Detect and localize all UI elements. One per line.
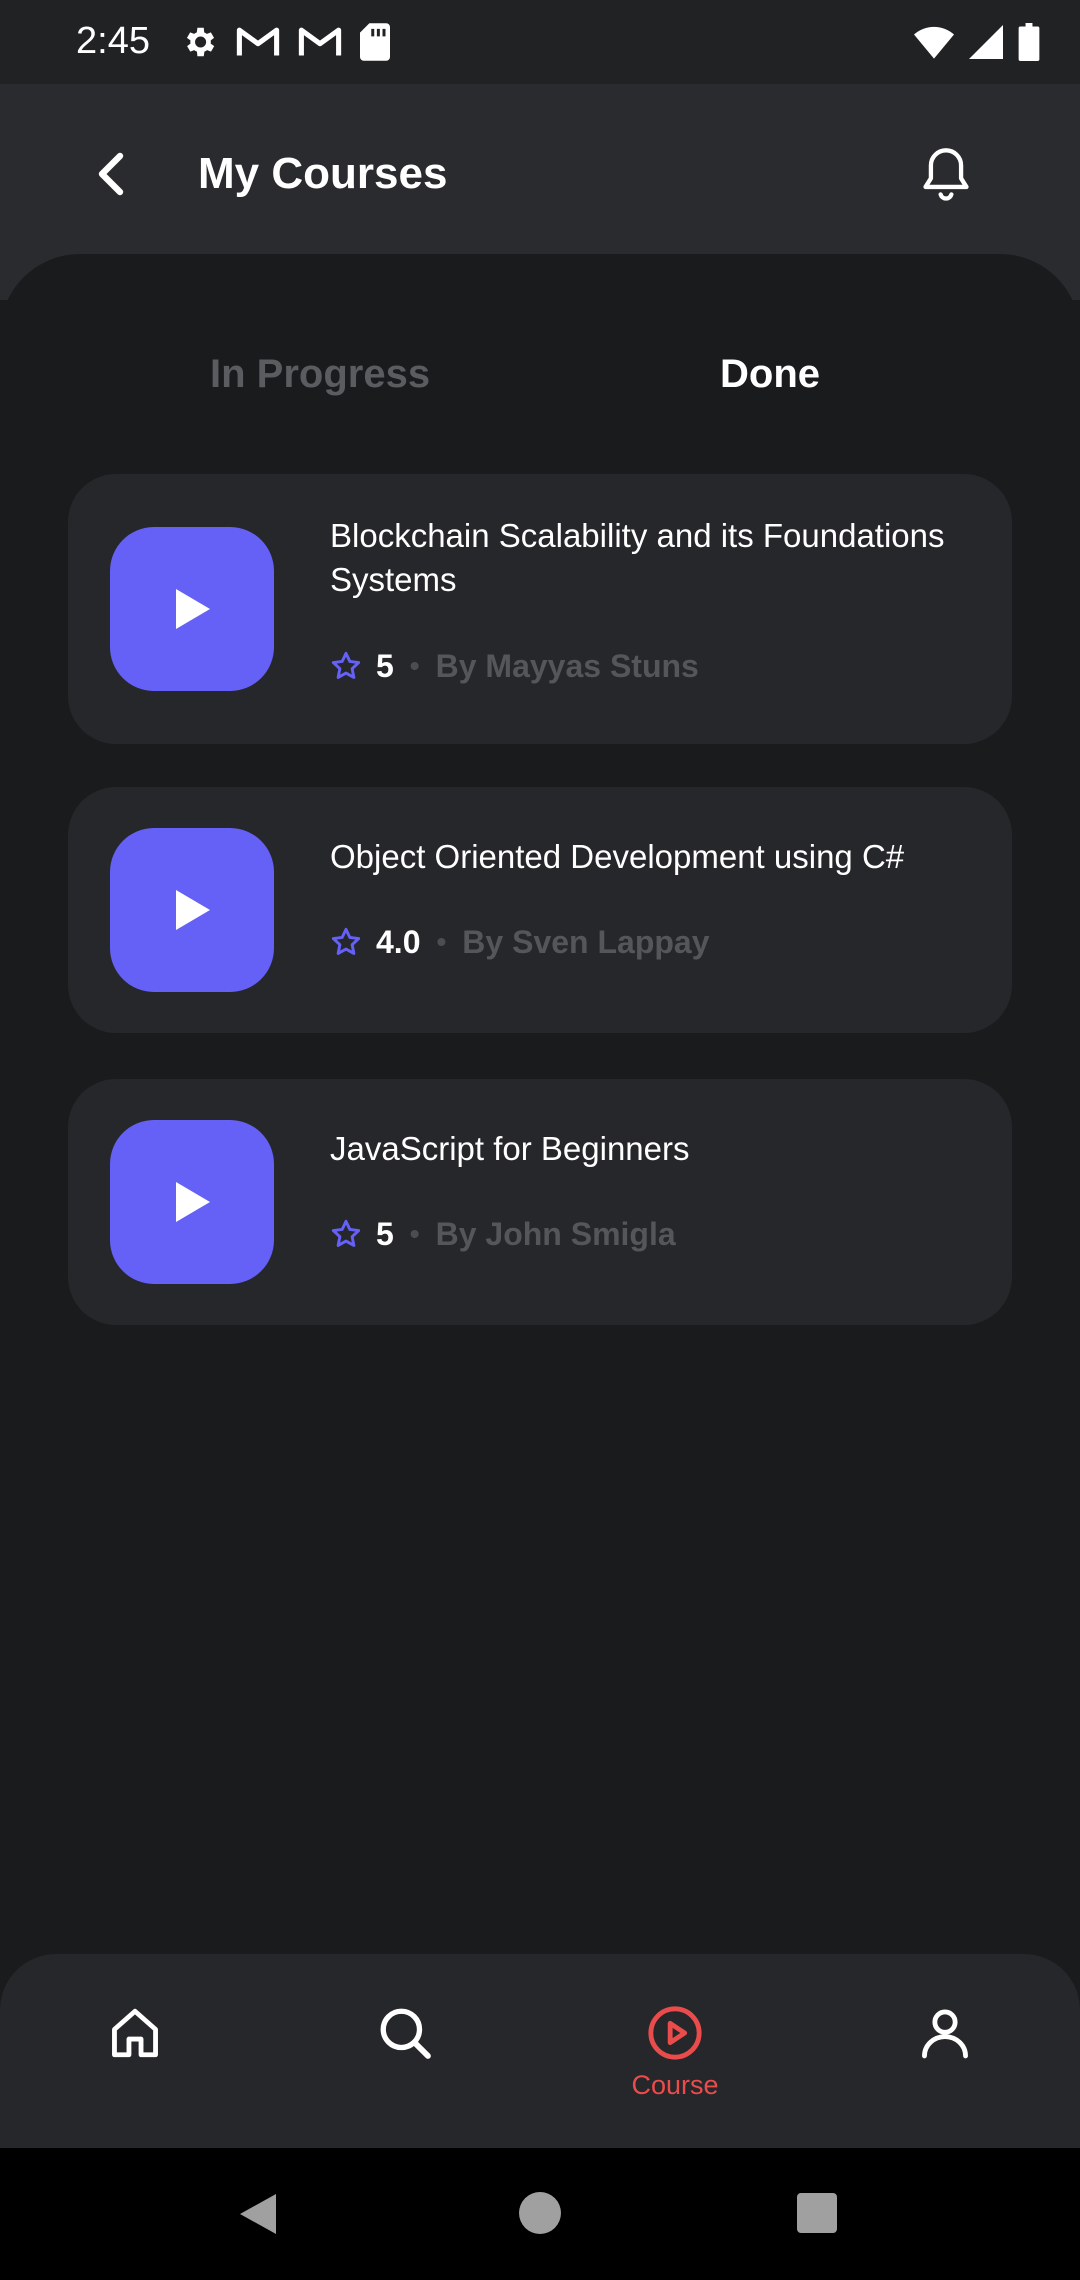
course-rating: 5 [376, 1215, 394, 1252]
system-navigation-bar [0, 2148, 1080, 2280]
course-author: By Mayyas Stuns [435, 647, 699, 684]
course-rating: 4.0 [376, 923, 421, 960]
play-icon [176, 1182, 210, 1222]
course-author: By John Smigla [435, 1215, 676, 1252]
status-icons-right [914, 20, 1040, 64]
system-home-button[interactable] [519, 2192, 561, 2234]
system-recents-button[interactable] [797, 2193, 837, 2233]
search-icon [380, 2008, 431, 2059]
status-bar: 2:45 [0, 0, 1080, 84]
meta-separator: • [436, 926, 447, 957]
chevron-left-icon [98, 152, 124, 196]
nav-profile[interactable] [885, 2004, 1005, 2062]
sd-card-icon [360, 23, 390, 61]
course-card[interactable]: Object Oriented Development using C# 4.0… [68, 787, 1012, 1033]
status-icons-left [180, 20, 390, 64]
course-meta: 4.0 • By Sven Lappay [330, 920, 710, 964]
gmail-icon [236, 27, 280, 56]
course-tabs: In Progress Done [0, 334, 1080, 414]
bell-icon [923, 148, 969, 201]
star-icon [331, 651, 361, 679]
star-icon [331, 927, 361, 955]
gmail-icon [298, 27, 342, 56]
course-meta: 5 • By John Smigla [330, 1212, 676, 1256]
nav-search[interactable] [345, 2004, 465, 2062]
page-title: My Courses [198, 149, 448, 198]
notification-button[interactable] [912, 140, 980, 208]
course-card[interactable]: JavaScript for Beginners 5 • By John Smi… [68, 1079, 1012, 1325]
course-rating: 5 [376, 647, 394, 684]
battery-icon [1018, 23, 1040, 61]
course-author: By Sven Lappay [462, 923, 710, 960]
nav-course-label: Course [631, 2070, 719, 2100]
nav-course[interactable]: Course [615, 2004, 735, 2101]
wifi-icon [914, 26, 954, 59]
course-thumbnail[interactable] [110, 527, 274, 691]
status-time: 2:45 [76, 20, 150, 62]
meta-separator: • [409, 650, 420, 681]
play-circle-icon [648, 2006, 702, 2060]
meta-separator: • [409, 1218, 420, 1249]
course-thumbnail[interactable] [110, 828, 274, 992]
star-icon [331, 1219, 361, 1247]
course-title: Blockchain Scalability and its Foundatio… [330, 517, 945, 598]
user-icon [922, 2009, 968, 2059]
home-icon [112, 2008, 158, 2058]
course-card[interactable]: Blockchain Scalability and its Foundatio… [68, 474, 1012, 744]
play-icon [176, 890, 210, 930]
course-title: Object Oriented Development using C# [330, 838, 905, 875]
signal-icon [969, 25, 1003, 59]
course-meta: 5 • By Mayyas Stuns [330, 644, 699, 688]
tab-done[interactable]: Done [720, 334, 820, 414]
system-back-button[interactable] [236, 2190, 280, 2238]
tab-in-progress[interactable]: In Progress [210, 334, 430, 414]
back-button[interactable] [80, 142, 144, 206]
bottom-navigation: Course [0, 1954, 1080, 2148]
content-area: In Progress Done Blockchain Scalability … [0, 254, 1080, 1954]
settings-icon [186, 27, 215, 57]
play-icon [176, 589, 210, 629]
nav-home[interactable] [75, 2004, 195, 2062]
course-thumbnail[interactable] [110, 1120, 274, 1284]
course-title: JavaScript for Beginners [330, 1130, 690, 1167]
